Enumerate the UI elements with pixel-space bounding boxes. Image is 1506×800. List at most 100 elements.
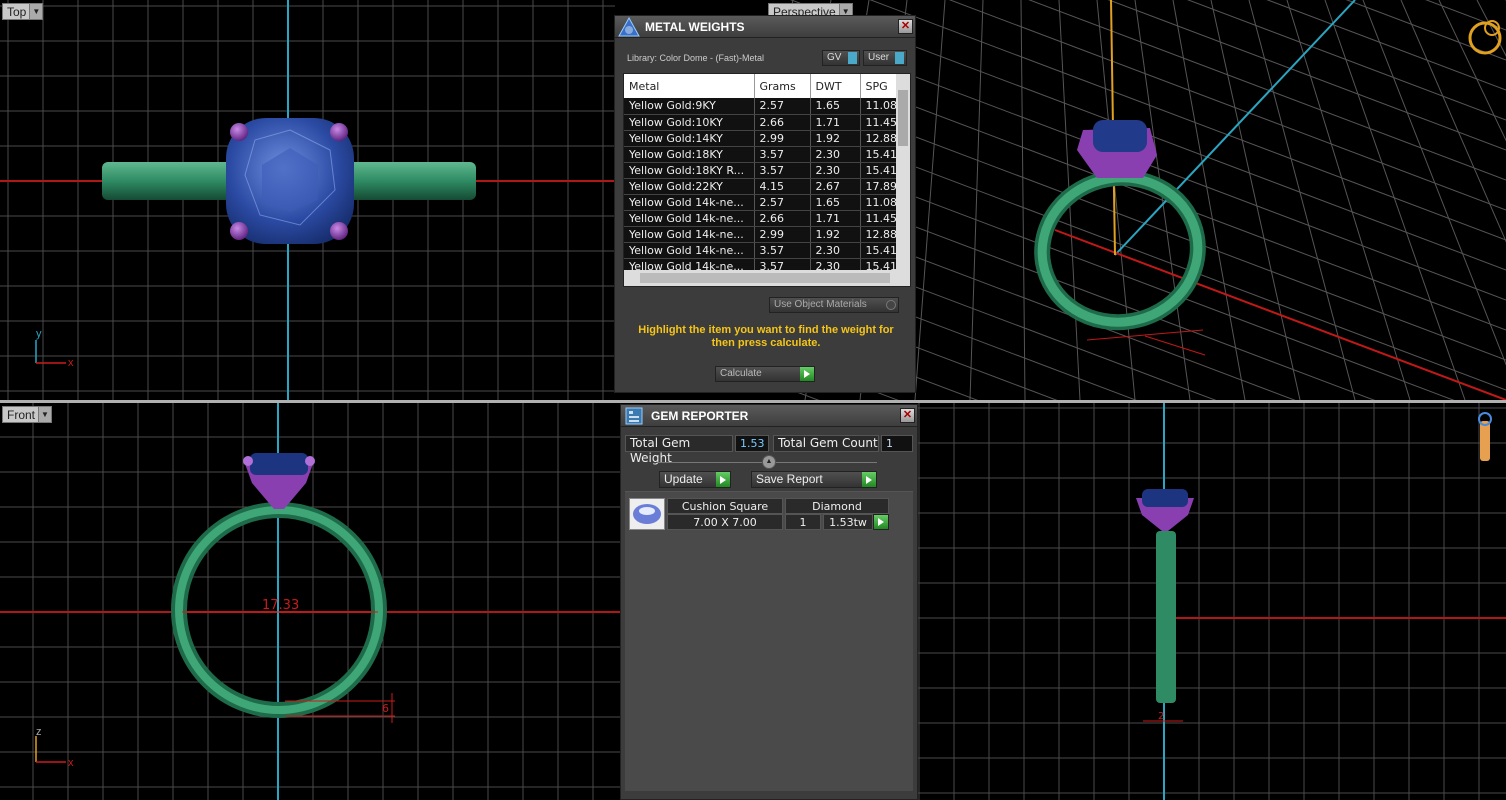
- gv-toggle[interactable]: GV: [822, 50, 860, 66]
- cushion-stone: [1142, 489, 1188, 507]
- prong: [230, 123, 248, 141]
- metal-weights-titlebar[interactable]: METAL WEIGHTS ✕: [615, 16, 915, 38]
- column-header[interactable]: Grams: [754, 74, 811, 98]
- total-gem-count-label: Total Gem Count: [773, 435, 879, 452]
- save-report-button[interactable]: Save Report: [751, 471, 877, 488]
- shank-width-dimension: 2: [1158, 711, 1164, 722]
- gem-reporter-title: GEM REPORTER: [651, 409, 749, 423]
- green-arrow-icon: [862, 472, 876, 487]
- metal-row[interactable]: Yellow Gold 14k-ne... 2.99 1.92 12.88: [624, 226, 906, 243]
- dropdown-arrow-icon: ▼: [29, 4, 43, 19]
- metal-cell: Yellow Gold:22KY: [624, 178, 755, 195]
- total-gem-weight-value: 1.53: [735, 435, 769, 452]
- axis-z-label: z: [36, 726, 42, 738]
- gem-thumbnail: [629, 498, 665, 530]
- metal-row[interactable]: Yellow Gold:18KY R... 3.57 2.30 15.41: [624, 162, 906, 179]
- metal-cell: Yellow Gold:9KY: [624, 98, 755, 115]
- use-object-materials-toggle[interactable]: Use Object Materials: [769, 297, 899, 313]
- metal-row[interactable]: Yellow Gold 14k-ne... 2.57 1.65 11.08: [624, 194, 906, 211]
- ring-shank-side: [1156, 531, 1176, 703]
- metal-cell: Yellow Gold 14k-ne...: [624, 210, 755, 227]
- horizontal-scrollbar[interactable]: [624, 270, 910, 286]
- calculate-button[interactable]: Calculate: [715, 366, 815, 382]
- metal-cell: 2.57: [754, 98, 811, 115]
- metal-cell: 1.71: [810, 210, 861, 227]
- axis-x-label: x: [68, 757, 74, 769]
- metal-row[interactable]: Yellow Gold:18KY 3.57 2.30 15.41: [624, 146, 906, 163]
- gem-row[interactable]: Cushion Square Diamond 7.00 X 7.00 1 1.5…: [629, 498, 897, 532]
- metal-weights-icon: [618, 17, 640, 37]
- metal-cell: 2.30: [810, 146, 861, 163]
- metal-cell: 1.92: [810, 226, 861, 243]
- gem-list: Cushion Square Diamond 7.00 X 7.00 1 1.5…: [625, 491, 913, 791]
- viewport-separator-h[interactable]: [0, 400, 1506, 403]
- total-gem-weight-label: Total Gem Weight: [625, 435, 733, 465]
- viewport-label-top[interactable]: Top ▼: [2, 3, 44, 20]
- metal-weights-panel: METAL WEIGHTS ✕ Library: Color Dome - (F…: [614, 15, 916, 393]
- metal-row[interactable]: Yellow Gold 14k-ne... 3.57 2.30 15.41: [624, 242, 906, 259]
- side-view-scene: 2: [918, 403, 1506, 800]
- viewport-label-text: Top: [7, 5, 27, 19]
- collapse-icon[interactable]: ▲: [762, 455, 776, 469]
- green-arrow-icon: [716, 472, 730, 487]
- viewport-front[interactable]: 17.33 6 z x Front ▼: [0, 403, 620, 800]
- metal-row[interactable]: Yellow Gold:9KY 2.57 1.65 11.08: [624, 98, 906, 115]
- close-icon[interactable]: ✕: [900, 408, 915, 423]
- cushion-stone: [250, 453, 308, 475]
- green-arrow-icon: [874, 515, 888, 529]
- prong: [230, 222, 248, 240]
- shank-thickness-dimension: 6: [382, 702, 389, 715]
- cushion-stone: [1093, 120, 1147, 152]
- library-label: Library: Color Dome - (Fast)-Metal: [627, 53, 765, 63]
- gem-reporter-icon: [625, 407, 643, 425]
- gem-weight-cell: 1.53tw: [823, 514, 873, 530]
- metal-cell: 2.66: [754, 114, 811, 131]
- calculate-label: Calculate: [720, 368, 762, 379]
- metal-cell: Yellow Gold:18KY: [624, 146, 755, 163]
- metal-cell: Yellow Gold:18KY R...: [624, 162, 755, 179]
- metal-cell: 4.15: [754, 178, 811, 195]
- close-icon[interactable]: ✕: [898, 19, 913, 34]
- metal-weights-title: METAL WEIGHTS: [645, 20, 745, 34]
- metal-table-container: Metal Grams DWT SPG Yellow Gold:9KY 2.57 1.65…: [623, 73, 911, 287]
- gem-size-cell: 7.00 X 7.00: [667, 514, 783, 530]
- gem-count-cell: 1: [785, 514, 821, 530]
- metal-cell: 2.66: [754, 210, 811, 227]
- viewport-top[interactable]: y x Top ▼: [0, 0, 615, 400]
- pen-tool-icon[interactable]: [1480, 421, 1490, 461]
- metal-cell: Yellow Gold:10KY: [624, 114, 755, 131]
- user-label: User: [868, 52, 890, 63]
- metal-row[interactable]: Yellow Gold:10KY 2.66 1.71 11.45: [624, 114, 906, 131]
- save-report-label: Save Report: [756, 472, 823, 486]
- prong: [330, 222, 348, 240]
- update-label: Update: [664, 472, 703, 486]
- metal-cell: 2.30: [810, 242, 861, 259]
- column-header[interactable]: Metal: [624, 74, 755, 98]
- viewport-side[interactable]: 2: [918, 403, 1506, 800]
- metal-cell: 2.30: [810, 162, 861, 179]
- metal-row[interactable]: Yellow Gold 14k-ne... 2.66 1.71 11.45: [624, 210, 906, 227]
- gem-detail-button[interactable]: [873, 514, 889, 530]
- metal-cell: 3.57: [754, 242, 811, 259]
- metal-cell: Yellow Gold 14k-ne...: [624, 226, 755, 243]
- cushion-gem-icon: [633, 504, 661, 524]
- metal-cell: 3.57: [754, 146, 811, 163]
- metal-cell: 1.65: [810, 98, 861, 115]
- metal-row[interactable]: Yellow Gold:22KY 4.15 2.67 17.89: [624, 178, 906, 195]
- vertical-scrollbar[interactable]: [896, 74, 910, 272]
- user-toggle[interactable]: User: [863, 50, 907, 66]
- column-header[interactable]: DWT: [810, 74, 861, 98]
- metal-cell: 1.65: [810, 194, 861, 211]
- use-object-materials-label: Use Object Materials: [774, 299, 867, 310]
- gv-label: GV: [827, 52, 842, 63]
- metal-row[interactable]: Yellow Gold:14KY 2.99 1.92 12.88: [624, 130, 906, 147]
- gem-reporter-titlebar[interactable]: GEM REPORTER ✕: [621, 405, 917, 427]
- metal-cell: Yellow Gold 14k-ne...: [624, 242, 755, 259]
- calculate-hint: Highlight the item you want to find the …: [638, 324, 894, 349]
- gem-reporter-panel: GEM REPORTER ✕ Total Gem Weight 1.53 Tot…: [620, 404, 918, 800]
- update-button[interactable]: Update: [659, 471, 731, 488]
- metal-cell: 2.67: [810, 178, 861, 195]
- viewport-label-front[interactable]: Front ▼: [2, 406, 53, 423]
- metal-cell: 1.71: [810, 114, 861, 131]
- axis-y-label: y: [36, 328, 42, 340]
